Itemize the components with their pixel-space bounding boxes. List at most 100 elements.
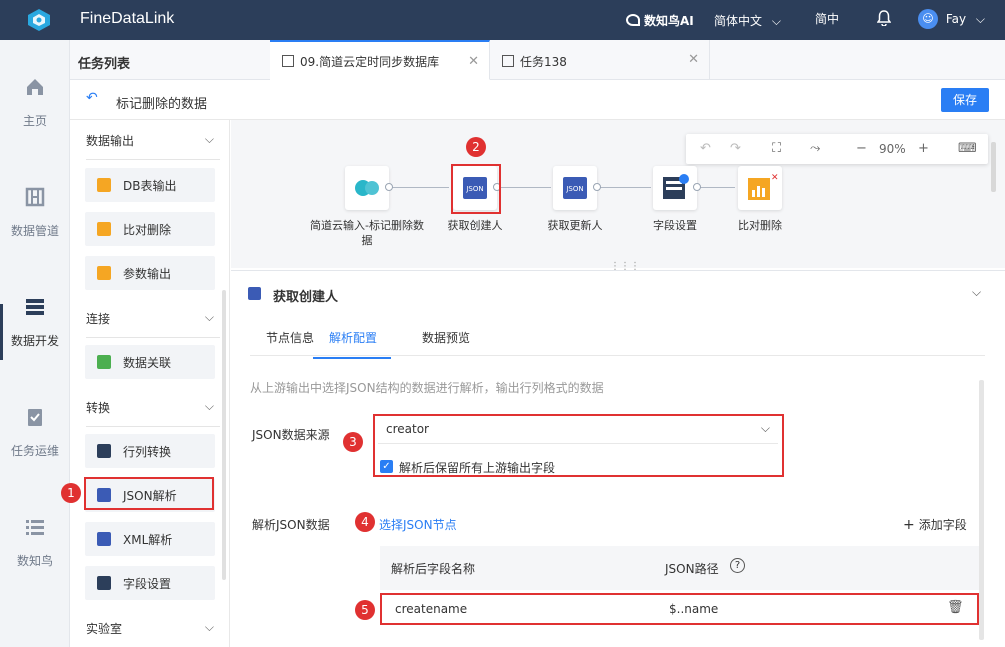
canvas-toolbar: ↶ ↷ ⛶ ⤳ − 90% + ⌨: [686, 134, 988, 164]
lang-short-button[interactable]: 简中: [815, 10, 839, 27]
category-lab[interactable]: 实验室 ⌵: [86, 620, 220, 647]
palette-item-field-settings[interactable]: 字段设置: [85, 566, 215, 600]
highlight-source: [373, 414, 784, 477]
chevron-down-icon: ⌵: [204, 132, 214, 146]
tabs-bar: 09.简道云定时同步数据库 ✕ 任务138 ✕: [270, 40, 1005, 80]
chevron-down-icon: ⌵: [975, 11, 986, 26]
language-label: 简体中文: [714, 14, 763, 28]
ai-assistant-button[interactable]: 数知鸟AI: [626, 12, 694, 29]
db-output-icon: [97, 178, 111, 192]
help-icon[interactable]: ?: [730, 558, 745, 573]
plus-icon: +: [903, 517, 915, 533]
step-badge: 3: [343, 432, 363, 452]
palette-label: 比对删除: [123, 223, 172, 237]
flow-title: 标记删除的数据: [116, 97, 208, 112]
save-button[interactable]: 保存: [941, 88, 989, 112]
field-table-header: 解析后字段名称 JSON路径 ?: [380, 546, 980, 590]
category-label: 连接: [86, 312, 111, 326]
node-compare-delete[interactable]: ✕: [738, 166, 782, 210]
rail-item-ops[interactable]: 任务运维: [0, 406, 70, 459]
rail-item-pipeline[interactable]: 数据管道: [0, 186, 70, 239]
chevron-down-icon: ⌵: [204, 620, 214, 634]
redo-icon[interactable]: ↷: [730, 141, 741, 156]
rail-item-home[interactable]: 主页: [0, 76, 70, 129]
fit-icon[interactable]: ⛶: [772, 141, 781, 156]
palette-label: 行列转换: [123, 445, 172, 459]
list-icon: [26, 520, 44, 535]
col-field-name: 解析后字段名称: [391, 562, 476, 576]
rail-label: 数据开发: [10, 334, 59, 348]
step-badge: 4: [355, 512, 375, 532]
port-dot[interactable]: [693, 183, 701, 191]
connector: [389, 187, 449, 188]
user-menu[interactable]: ☺ Fay ⌵: [918, 9, 985, 29]
collapse-chevron-icon[interactable]: ⌵: [972, 285, 981, 300]
port-dot[interactable]: [385, 183, 393, 191]
node-jdy-input[interactable]: [345, 166, 389, 210]
chevron-down-icon: ⌵: [204, 399, 214, 413]
tab-task138[interactable]: 任务138 ✕: [490, 40, 710, 80]
port-dot[interactable]: [593, 183, 601, 191]
close-icon[interactable]: ✕: [688, 52, 699, 67]
language-select[interactable]: 简体中文 ⌵: [714, 12, 781, 29]
rail-item-dev[interactable]: 数据开发: [0, 296, 70, 349]
palette-scrollbar[interactable]: [222, 290, 226, 580]
highlight-node: [451, 164, 501, 214]
bell-icon[interactable]: [876, 10, 892, 30]
tab-data-preview[interactable]: 数据预览: [422, 329, 470, 346]
config-hint: 从上游输出中选择JSON结构的数据进行解析，输出行列格式的数据: [250, 381, 604, 395]
chevron-down-icon: ⌵: [771, 14, 781, 28]
palette-item-row-col[interactable]: 行列转换: [85, 434, 215, 468]
source-label: JSON数据来源: [252, 428, 330, 442]
col-json-path: JSON路径: [665, 562, 719, 576]
jdy-cloud-icon: [355, 180, 379, 196]
step-badge: 1: [61, 483, 81, 503]
category-join[interactable]: 连接 ⌵: [86, 310, 220, 338]
undo-icon[interactable]: ↶: [700, 141, 711, 156]
ai-bird-icon: [626, 14, 640, 26]
panel-header: 获取创建人 ⌵: [231, 270, 1005, 316]
compare-delete-icon: ✕: [748, 173, 779, 200]
palette-item-compare-delete[interactable]: 比对删除: [85, 212, 215, 246]
close-icon[interactable]: ✕: [468, 54, 479, 69]
add-field-label: 添加字段: [918, 518, 967, 532]
app-name: FineDataLink: [80, 10, 175, 27]
back-icon[interactable]: ↶: [86, 90, 98, 106]
zoom-out-icon[interactable]: −: [856, 141, 867, 156]
add-field-button[interactable]: + 添加字段: [903, 516, 967, 533]
tab-parse-config[interactable]: 解析配置: [313, 329, 392, 359]
palette-item-param-output[interactable]: 参数输出: [85, 256, 215, 290]
pipeline-icon: [25, 187, 45, 207]
palette-item-db-output[interactable]: DB表输出: [85, 168, 215, 202]
tab-node-info[interactable]: 节点信息: [266, 329, 314, 346]
category-data-output[interactable]: 数据输出 ⌵: [86, 132, 220, 160]
task-list-header: 任务列表: [70, 40, 270, 80]
rail-label: 任务运维: [10, 444, 59, 458]
node-label: 获取更新人: [547, 219, 603, 232]
node-label: 获取创建人: [447, 219, 503, 232]
rail-item-shuzhiniao[interactable]: 数知鸟: [0, 516, 70, 569]
node-label: 字段设置: [653, 219, 697, 232]
canvas-scrollbar[interactable]: [991, 142, 996, 192]
json-icon: [248, 287, 261, 300]
compare-delete-icon: [97, 222, 111, 236]
node-label: 简道云输入-标记删除数据: [310, 219, 424, 247]
highlight-row: [380, 593, 979, 625]
panel-scrollbar[interactable]: [979, 380, 984, 640]
node-get-updater[interactable]: JSON: [553, 166, 597, 210]
node-field-settings[interactable]: [653, 166, 697, 210]
palette-item-xml-parse[interactable]: XML解析: [85, 522, 215, 556]
category-label: 转换: [86, 401, 111, 415]
connector: [497, 187, 551, 188]
home-icon: [27, 79, 43, 95]
palette-item-data-join[interactable]: 数据关联: [85, 345, 215, 379]
sub-header: ↶ 标记删除的数据: [70, 80, 1005, 120]
parse-label: 解析JSON数据: [252, 518, 330, 532]
category-transform[interactable]: 转换 ⌵: [86, 399, 220, 427]
tab-sync-db[interactable]: 09.简道云定时同步数据库 ✕: [270, 40, 490, 80]
ai-label: 数知鸟AI: [644, 14, 694, 28]
zoom-in-icon[interactable]: +: [918, 141, 929, 156]
choose-json-node-link[interactable]: 选择JSON节点: [379, 516, 457, 533]
keyboard-icon[interactable]: ⌨: [958, 141, 977, 156]
layout-icon[interactable]: ⤳: [810, 141, 820, 156]
